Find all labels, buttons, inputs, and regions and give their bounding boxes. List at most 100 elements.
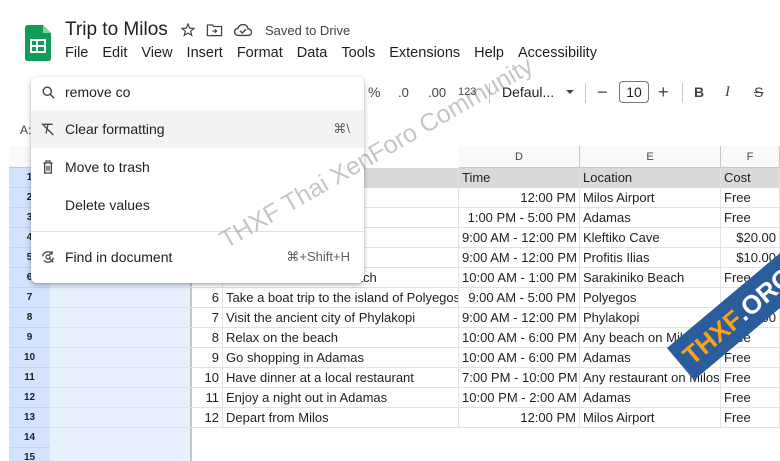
- cell-cost[interactable]: Free: [721, 368, 780, 388]
- cell-activity[interactable]: Visit the ancient city of Phylakopi: [223, 308, 459, 328]
- row-header[interactable]: 12: [9, 388, 50, 408]
- menu-result-label: Move to trash: [65, 159, 150, 175]
- cell-cost[interactable]: Free: [721, 208, 780, 228]
- star-icon[interactable]: [180, 22, 196, 38]
- cell-location[interactable]: Milos Airport: [580, 188, 721, 208]
- clear-format-icon: [39, 120, 57, 138]
- row-header[interactable]: 10: [9, 348, 50, 368]
- menu-view[interactable]: View: [141, 45, 172, 61]
- cell-cost[interactable]: Free: [721, 188, 780, 208]
- row-header[interactable]: 8: [9, 308, 50, 328]
- cell-n[interactable]: 10: [192, 368, 223, 388]
- header-cell-location[interactable]: Location: [580, 168, 721, 188]
- menu-extensions[interactable]: Extensions: [389, 45, 460, 61]
- row-header[interactable]: 13: [9, 408, 50, 428]
- search-menus-input[interactable]: [65, 82, 345, 102]
- name-box[interactable]: A:: [20, 123, 31, 137]
- bold-button[interactable]: B: [694, 77, 704, 107]
- cell-activity[interactable]: Relax on the beach: [223, 328, 459, 348]
- cell-activity[interactable]: Go shopping in Adamas: [223, 348, 459, 368]
- cell-n[interactable]: 11: [192, 388, 223, 408]
- cell-time[interactable]: 10:00 AM - 6:00 PM: [459, 348, 580, 368]
- cell-time[interactable]: 9:00 AM - 12:00 PM: [459, 308, 580, 328]
- italic-button[interactable]: I: [725, 77, 730, 107]
- trash-icon: [39, 158, 57, 176]
- cell-location[interactable]: Adamas: [580, 208, 721, 228]
- menu-result-label: Clear formatting: [65, 121, 165, 137]
- cell-n[interactable]: 12: [192, 408, 223, 428]
- cell-n[interactable]: 7: [192, 308, 223, 328]
- menu-result-find-in-document[interactable]: Find in document ⌘+Shift+H: [31, 238, 364, 276]
- cell-n[interactable]: 8: [192, 328, 223, 348]
- menu-bar: File Edit View Insert Format Data Tools …: [65, 45, 611, 61]
- table-row: 7 Visit the ancient city of Phylakopi 9:00…: [50, 308, 780, 328]
- cell-time[interactable]: 9:00 AM - 12:00 PM: [459, 248, 580, 268]
- column-header-f[interactable]: F: [721, 146, 780, 168]
- cell-time[interactable]: 12:00 PM: [459, 408, 580, 428]
- row-header[interactable]: 9: [9, 328, 50, 348]
- cell-time[interactable]: 10:00 AM - 6:00 PM: [459, 328, 580, 348]
- search-menus-field: [31, 77, 364, 107]
- decrease-decimal-button[interactable]: .0: [398, 77, 409, 107]
- strikethrough-button[interactable]: S: [754, 77, 763, 107]
- cell-cost[interactable]: $20.00: [721, 228, 780, 248]
- table-row: 11 Enjoy a night out in Adamas 10:00 PM - …: [50, 388, 780, 408]
- row-header[interactable]: 7: [9, 288, 50, 308]
- cell-location[interactable]: Profitis Ilias: [580, 248, 721, 268]
- header-cell-cost[interactable]: Cost: [721, 168, 780, 188]
- cell-activity[interactable]: Depart from Milos: [223, 408, 459, 428]
- document-title[interactable]: Trip to Milos: [65, 19, 168, 41]
- table-row: 12 Depart from Milos 12:00 PM Milos Airport…: [50, 408, 780, 428]
- cell-location[interactable]: Milos Airport: [580, 408, 721, 428]
- decrease-font-size-button[interactable]: −: [597, 77, 608, 107]
- column-header-e[interactable]: E: [580, 146, 721, 168]
- cell-location[interactable]: Sarakiniko Beach: [580, 268, 721, 288]
- menu-help[interactable]: Help: [474, 45, 504, 61]
- header-cell-time[interactable]: Time: [459, 168, 580, 188]
- sheets-logo-icon[interactable]: [25, 25, 51, 61]
- menu-edit[interactable]: Edit: [102, 45, 127, 61]
- cell-activity[interactable]: Take a boat trip to the island of Polyeg…: [223, 288, 459, 308]
- cell-location[interactable]: Polyegos: [580, 288, 721, 308]
- row-header[interactable]: 14: [9, 428, 50, 448]
- cell-cost[interactable]: Free: [721, 408, 780, 428]
- menu-result-clear-formatting[interactable]: Clear formatting ⌘\: [31, 110, 364, 148]
- column-header-d[interactable]: D: [459, 146, 580, 168]
- font-size-input[interactable]: 10: [619, 81, 649, 103]
- table-row: 6 Take a boat trip to the island of Polye…: [50, 288, 780, 308]
- menu-file[interactable]: File: [65, 45, 88, 61]
- table-row: 10 Have dinner at a local restaurant 7:00 …: [50, 368, 780, 388]
- row-header[interactable]: 11: [9, 368, 50, 388]
- cell-time[interactable]: 12:00 PM: [459, 188, 580, 208]
- menu-accessibility[interactable]: Accessibility: [518, 45, 597, 61]
- menu-format[interactable]: Format: [237, 45, 283, 61]
- toolbar-divider: [585, 83, 586, 103]
- chevron-down-icon[interactable]: [565, 88, 575, 96]
- menu-insert[interactable]: Insert: [187, 45, 223, 61]
- cell-time[interactable]: 10:00 PM - 2:00 AM: [459, 388, 580, 408]
- dropdown-divider: [31, 231, 364, 232]
- cell-n[interactable]: 9: [192, 348, 223, 368]
- menu-tools[interactable]: Tools: [341, 45, 375, 61]
- cell-cost[interactable]: Free: [721, 348, 780, 368]
- cell-cost[interactable]: Free: [721, 388, 780, 408]
- cell-location[interactable]: Adamas: [580, 388, 721, 408]
- move-folder-icon[interactable]: [206, 22, 223, 38]
- increase-font-size-button[interactable]: +: [658, 77, 669, 107]
- cell-time[interactable]: 7:00 PM - 10:00 PM: [459, 368, 580, 388]
- row-header[interactable]: 15: [9, 448, 50, 461]
- cell-n[interactable]: 6: [192, 288, 223, 308]
- cell-location[interactable]: Kleftiko Cave: [580, 228, 721, 248]
- search-icon: [42, 86, 55, 99]
- cell-time[interactable]: 9:00 AM - 12:00 PM: [459, 228, 580, 248]
- format-percent-button[interactable]: %: [368, 77, 380, 107]
- cloud-saved-icon[interactable]: [233, 22, 253, 38]
- menu-result-label: Delete values: [65, 197, 150, 213]
- cell-time[interactable]: 10:00 AM - 1:00 PM: [459, 268, 580, 288]
- cell-activity[interactable]: Enjoy a night out in Adamas: [223, 388, 459, 408]
- cell-activity[interactable]: Have dinner at a local restaurant: [223, 368, 459, 388]
- cell-time[interactable]: 9:00 AM - 5:00 PM: [459, 288, 580, 308]
- toolbar-divider: [682, 83, 683, 103]
- menu-data[interactable]: Data: [297, 45, 328, 61]
- cell-time[interactable]: 1:00 PM - 5:00 PM: [459, 208, 580, 228]
